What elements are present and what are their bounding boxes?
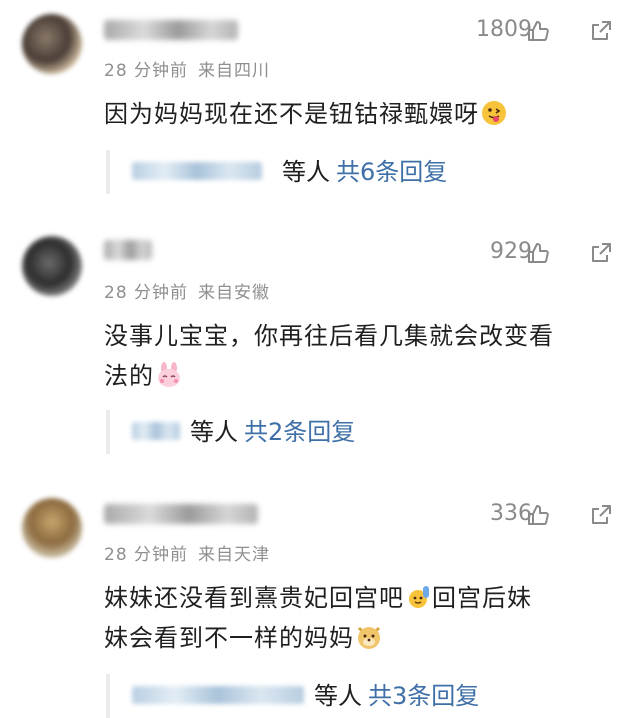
comment-meta: 28 分钟前 来自天津 bbox=[104, 540, 270, 565]
comment-location: 来自天津 bbox=[198, 545, 271, 565]
comment-text: 没事儿宝宝，你再往后看几集就会改变看 法的 bbox=[104, 316, 624, 396]
comment-text-line: 妹妹还没看到熹贵妃回宫吧 回宫后妹 bbox=[104, 578, 624, 618]
reply-usernames-blurred bbox=[132, 162, 262, 180]
reply-summary[interactable]: 等人 共2条回复 bbox=[190, 412, 355, 447]
share-icon[interactable] bbox=[589, 241, 613, 265]
comment-time: 28 分钟前 bbox=[104, 283, 189, 303]
comment-text-line: 法的 bbox=[104, 356, 624, 396]
thumbs-up-icon[interactable] bbox=[526, 241, 550, 265]
username-blurred[interactable] bbox=[104, 504, 258, 524]
comment-item: 28 分钟前 来自安徽 929 没事儿宝宝，你再往后看几集就会改变看 法的 等人共… bbox=[0, 226, 640, 476]
pink-bunny-emoji bbox=[158, 362, 180, 387]
raising-hand-emoji bbox=[409, 586, 429, 608]
reply-usernames-blurred bbox=[132, 422, 180, 440]
reply-preview[interactable]: 等人 共3条回复 bbox=[106, 674, 479, 718]
share-icon[interactable] bbox=[589, 503, 613, 527]
comment-text: 妹妹还没看到熹贵妃回宫吧 回宫后妹 妹会看到不一样的妈妈 bbox=[104, 578, 624, 658]
thumbs-up-icon[interactable] bbox=[526, 19, 550, 43]
comment-time: 28 分钟前 bbox=[104, 545, 189, 565]
comment-item: 28 分钟前 来自天津 336 妹妹还没看到熹贵妃回宫吧 回宫后妹 妹会看到不一样… bbox=[0, 490, 640, 718]
comment-location: 来自四川 bbox=[198, 61, 271, 81]
comment-text-fragment: 妹会看到不一样的妈妈 bbox=[104, 624, 354, 652]
comment-meta: 28 分钟前 来自四川 bbox=[104, 56, 270, 81]
comment-time: 28 分钟前 bbox=[104, 61, 189, 81]
doge-emoji bbox=[357, 626, 381, 649]
tongue-face-emoji bbox=[482, 101, 506, 125]
reply-summary[interactable]: 等人 共6条回复 bbox=[282, 152, 447, 187]
comment-text-fragment: 回宫后妹 bbox=[432, 584, 532, 612]
comment-item: 28 分钟前 来自四川 1809 因为妈妈现在还不是钮钴禄甄嬛呀 等人 共6条回复 bbox=[0, 0, 640, 210]
username-blurred[interactable] bbox=[104, 240, 152, 260]
avatar[interactable] bbox=[22, 14, 82, 74]
reply-count-link[interactable]: 共6条回复 bbox=[336, 158, 447, 186]
comment-text-fragment: 法的 bbox=[104, 362, 154, 390]
comment-text: 因为妈妈现在还不是钮钴禄甄嬛呀 bbox=[104, 94, 624, 134]
like-count: 1809 bbox=[476, 17, 532, 42]
thumbs-up-icon[interactable] bbox=[526, 503, 550, 527]
comment-text-line: 因为妈妈现在还不是钮钴禄甄嬛呀 bbox=[104, 100, 479, 128]
reply-preview[interactable]: 等人 共2条回复 bbox=[106, 410, 355, 454]
reply-count-link[interactable]: 共3条回复 bbox=[368, 682, 479, 710]
reply-suffix: 等人 bbox=[190, 418, 238, 446]
avatar[interactable] bbox=[22, 236, 82, 296]
reply-count-link[interactable]: 共2条回复 bbox=[244, 418, 355, 446]
comment-list: 28 分钟前 来自四川 1809 因为妈妈现在还不是钮钴禄甄嬛呀 等人 共6条回复 … bbox=[0, 0, 640, 718]
reply-suffix: 等人 bbox=[282, 158, 330, 186]
reply-usernames-blurred bbox=[132, 686, 304, 704]
username-blurred[interactable] bbox=[104, 20, 238, 40]
comment-text-line: 没事儿宝宝，你再往后看几集就会改变看 bbox=[104, 322, 554, 350]
comment-location: 来自安徽 bbox=[198, 283, 271, 303]
comment-text-fragment: 妹妹还没看到熹贵妃回宫吧 bbox=[104, 584, 404, 612]
comment-text-line: 妹会看到不一样的妈妈 bbox=[104, 618, 624, 658]
reply-preview[interactable]: 等人 共6条回复 bbox=[106, 150, 447, 194]
reply-suffix: 等人 bbox=[314, 682, 362, 710]
reply-summary[interactable]: 等人 共3条回复 bbox=[314, 676, 479, 711]
avatar[interactable] bbox=[22, 498, 82, 558]
comment-meta: 28 分钟前 来自安徽 bbox=[104, 278, 270, 303]
share-icon[interactable] bbox=[589, 19, 613, 43]
